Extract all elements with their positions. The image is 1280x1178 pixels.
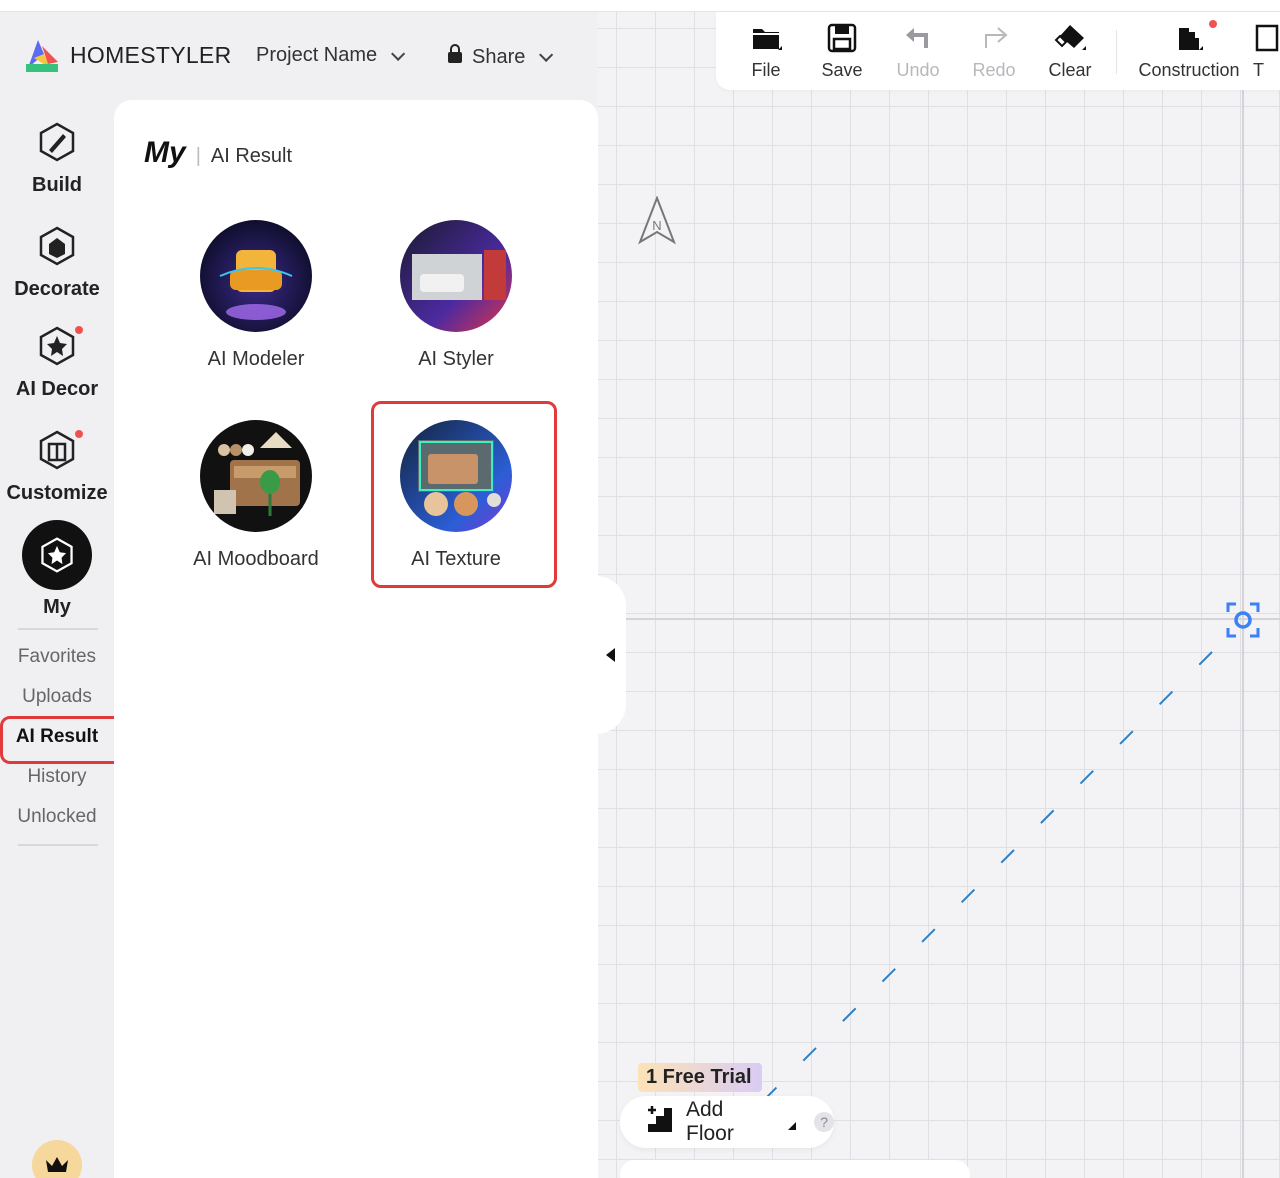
sidebar-item-build[interactable]: Build xyxy=(0,120,114,197)
construction-icon xyxy=(1179,28,1203,50)
tool-ai-styler[interactable]: AI Styler xyxy=(366,220,546,400)
share-label: Share xyxy=(472,45,526,68)
eraser-icon xyxy=(1054,25,1086,50)
sidebar-item-customize[interactable]: Customize xyxy=(0,428,114,505)
redo-button[interactable]: Redo xyxy=(956,12,1032,90)
sidebar-sub-favorites[interactable]: Favorites xyxy=(0,646,114,668)
undo-label: Undo xyxy=(896,60,940,80)
help-icon[interactable]: ? xyxy=(814,1112,834,1132)
my-star-icon xyxy=(22,520,92,590)
tool-icon xyxy=(1255,24,1279,52)
save-label: Save xyxy=(821,60,863,80)
top-toolbar: File Save Undo Redo Clear Construction T xyxy=(716,12,1280,90)
share-dropdown[interactable]: Share xyxy=(446,44,554,70)
homestyler-logo-icon xyxy=(24,36,60,74)
compass-north-icon: N xyxy=(636,195,678,246)
sidebar-item-my[interactable]: My xyxy=(0,520,114,619)
free-trial-badge: 1 Free Trial xyxy=(638,1063,762,1092)
ai-modeler-thumbnail-icon xyxy=(200,220,312,332)
save-icon xyxy=(827,23,857,53)
panel-header: My | AI Result xyxy=(144,136,292,170)
sidebar-divider xyxy=(18,844,98,846)
tool-label: AI Styler xyxy=(418,348,494,370)
tool-label: AI Moodboard xyxy=(193,548,319,570)
sidebar-sub-unlocked[interactable]: Unlocked xyxy=(0,806,114,828)
ai-styler-thumbnail-icon xyxy=(400,220,512,332)
add-floor-button[interactable]: Add Floor ? xyxy=(620,1096,834,1148)
sidebar-label: Customize xyxy=(6,482,108,504)
tool-label: AI Modeler xyxy=(207,348,305,370)
file-label: File xyxy=(751,60,781,80)
collapse-panel-button[interactable] xyxy=(594,576,626,734)
sidebar-item-decorate[interactable]: Decorate xyxy=(0,224,114,301)
tool-ai-modeler[interactable]: AI Modeler xyxy=(166,220,346,400)
save-button[interactable]: Save xyxy=(804,12,880,90)
toolbar-divider xyxy=(1116,30,1117,74)
undo-button[interactable]: Undo xyxy=(880,12,956,90)
sidebar-item-ai-decor[interactable]: AI Decor xyxy=(0,324,114,401)
ai-decor-icon xyxy=(35,324,83,368)
clear-label: Clear xyxy=(1048,60,1092,80)
construction-label: Construction xyxy=(1138,60,1240,80)
add-floor-label: Add Floor xyxy=(686,1098,734,1145)
redo-label: Redo xyxy=(972,60,1016,80)
sidebar-sub-uploads[interactable]: Uploads xyxy=(0,686,114,708)
construction-button[interactable]: Construction xyxy=(1125,12,1253,90)
dropdown-corner-icon xyxy=(788,1108,797,1136)
clear-button[interactable]: Clear xyxy=(1032,12,1108,90)
undo-icon xyxy=(906,28,928,48)
project-name-label: Project Name xyxy=(256,44,378,66)
build-pencil-icon xyxy=(35,120,79,164)
left-sidebar: Build Decorate AI Decor Customize My Fav… xyxy=(0,100,114,1178)
panel-subtitle: AI Result xyxy=(210,145,293,167)
sidebar-label: Decorate xyxy=(14,278,100,300)
file-button[interactable]: File xyxy=(728,12,804,90)
highlight-ai-texture xyxy=(371,401,557,588)
brand[interactable]: HOMESTYLER xyxy=(24,36,231,74)
add-floor-stairs-icon xyxy=(646,1104,674,1140)
project-name-dropdown[interactable]: Project Name xyxy=(256,44,406,67)
truncated-label: T xyxy=(1253,60,1264,80)
tool-ai-moodboard[interactable]: AI Moodboard xyxy=(166,420,346,600)
brand-name: HOMESTYLER xyxy=(70,41,232,68)
folder-icon xyxy=(753,29,782,50)
notification-dot xyxy=(75,326,83,334)
decorate-cube-icon xyxy=(35,224,79,268)
lock-icon xyxy=(446,44,464,70)
svg-text:N: N xyxy=(652,218,661,233)
locate-target-icon[interactable] xyxy=(1226,602,1260,638)
caret-left-icon xyxy=(605,648,615,662)
sidebar-divider xyxy=(18,628,98,630)
sidebar-label: AI Decor xyxy=(15,378,99,400)
customize-cabinet-icon xyxy=(35,428,83,472)
sidebar-sub-history[interactable]: History xyxy=(0,766,114,788)
bottom-floor-control[interactable] xyxy=(620,1160,970,1178)
redo-icon xyxy=(985,27,1008,48)
sidebar-label: Build xyxy=(32,174,82,196)
panel-title: My xyxy=(144,136,186,169)
notification-dot xyxy=(1209,20,1217,28)
my-panel: My | AI Result AI Modeler AI Styler AI M… xyxy=(114,100,598,1178)
truncated-toolbar-button[interactable]: T xyxy=(1253,12,1280,90)
notification-dot xyxy=(75,430,83,438)
panel-separator: | xyxy=(195,145,201,167)
sidebar-label: My xyxy=(43,596,71,618)
ai-moodboard-thumbnail-icon xyxy=(200,420,312,532)
